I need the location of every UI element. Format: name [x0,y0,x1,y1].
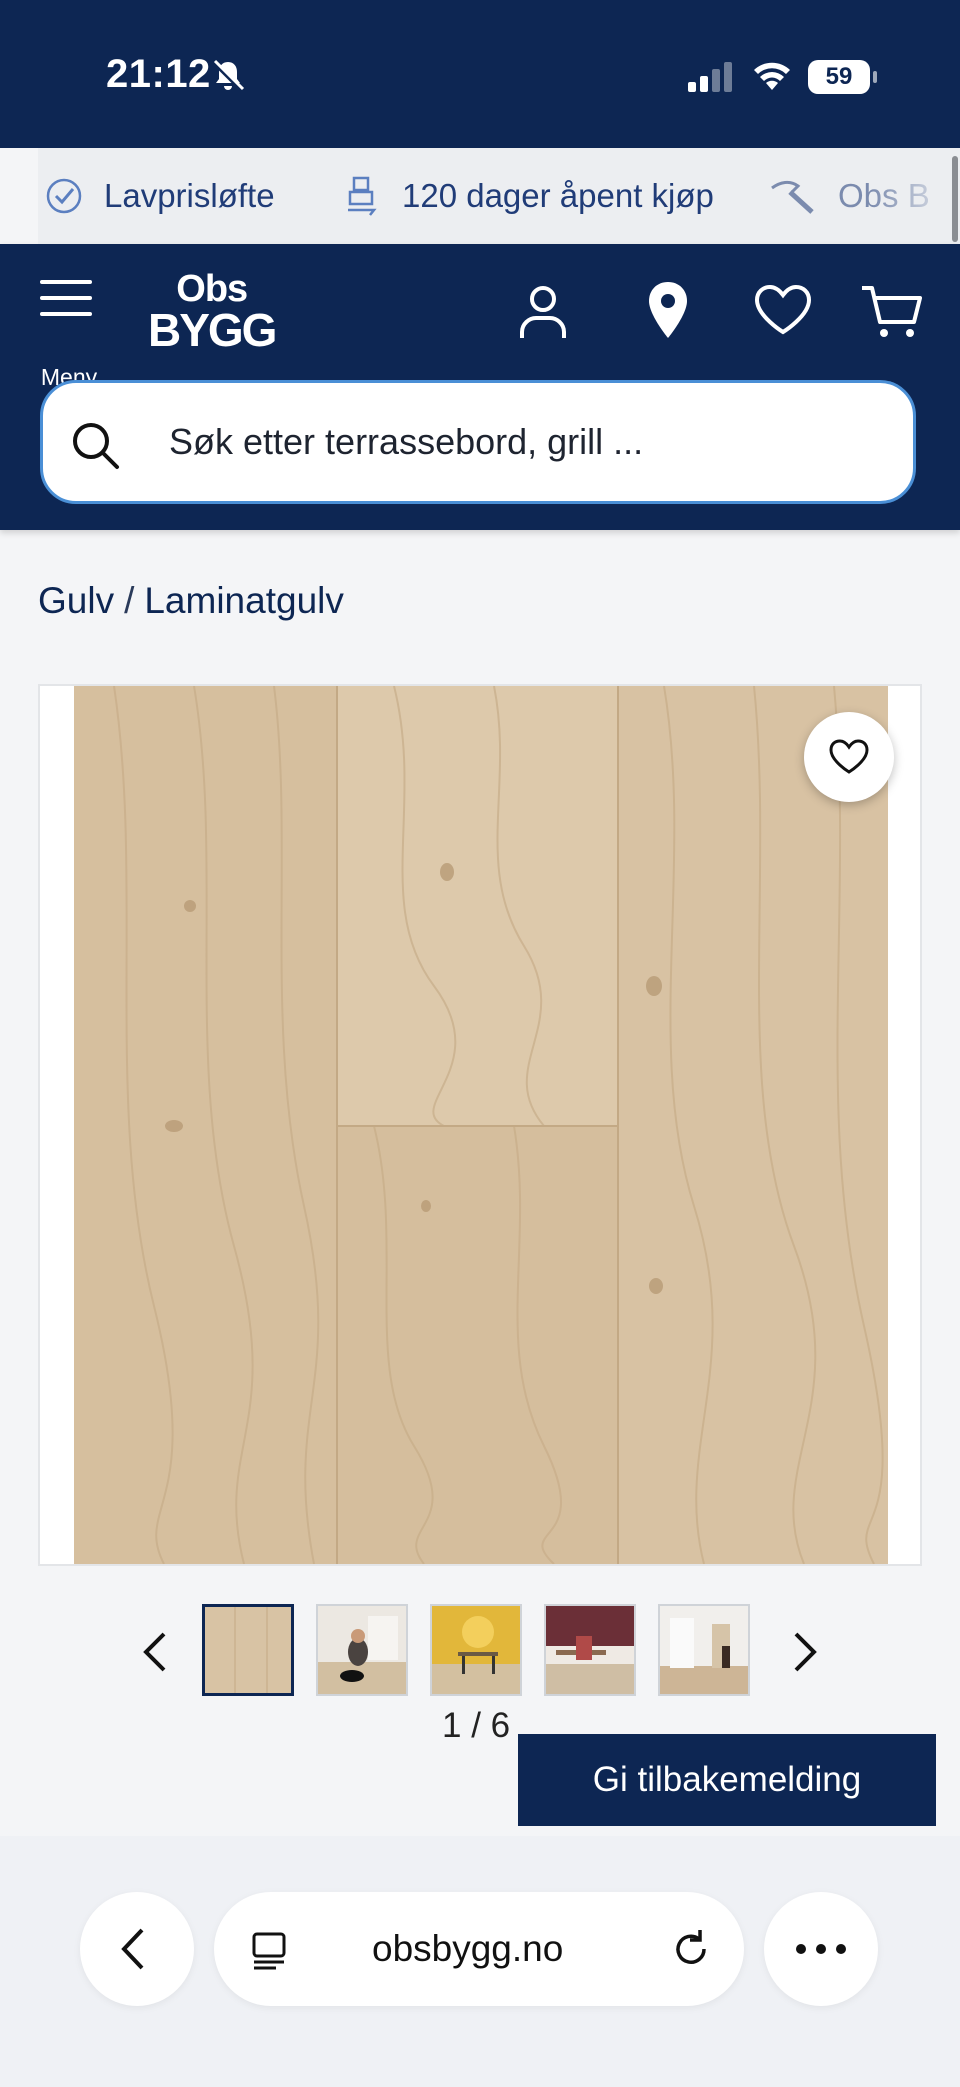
reader-mode-icon[interactable] [250,1930,290,1970]
usp-bar: Lavprisløfte 120 dager åpent kjøp Obs B [38,148,960,245]
thumbnail-dog-on-floor[interactable] [316,1604,408,1696]
status-bar: 21:12 59 [0,0,960,148]
breadcrumb-item-gulv[interactable]: Gulv [38,580,114,621]
url-text: obsbygg.no [372,1928,564,1969]
gallery-counter: 1 / 6 [442,1706,511,1745]
cellular-signal-icon [688,62,732,92]
page-scrollbar[interactable] [952,156,958,242]
breadcrumb: Gulv / Laminatgulv [38,580,344,622]
chevron-right-icon[interactable] [790,1630,820,1674]
user-icon[interactable] [518,284,568,340]
map-pin-icon[interactable] [646,280,690,340]
breadcrumb-item-laminatgulv[interactable]: Laminatgulv [144,580,344,621]
obs-bygg-logo[interactable]: Obs BYGG [148,268,277,356]
check-badge-icon [46,178,82,214]
thumbnail-carousel [0,1604,960,1704]
usp-item-open-purchase[interactable]: 120 dager åpent kjøp [342,148,714,244]
chevron-left-icon[interactable] [140,1630,170,1674]
logo-text-bottom: BYGG [148,304,277,356]
usp-item-lowprice[interactable]: Lavprisløfte [44,148,275,244]
thumbnail-kitchen-hallway[interactable] [658,1604,750,1696]
site-header: Meny Obs BYGG Søk etter terrassebord, gr… [0,244,960,530]
product-image-wood-floor [74,686,888,1564]
product-image-container[interactable] [38,684,922,1566]
ellipsis-icon [796,1944,846,1954]
add-to-favorites-button[interactable] [804,712,894,802]
menu-button[interactable]: Meny [36,278,97,390]
search-input[interactable]: Søk etter terrassebord, grill ... [40,380,916,504]
usp-label: Lavprisløfte [104,177,275,214]
breadcrumb-separator: / [124,580,135,621]
heart-outline-icon [829,739,869,774]
status-time: 21:12 [106,52,211,96]
hamburger-icon [40,280,92,316]
battery-indicator: 59 [808,60,877,94]
hammer-icon [771,180,814,214]
cart-icon[interactable] [860,284,922,340]
usp-label: 120 dager åpent kjøp [402,177,714,214]
return-box-icon [348,176,377,216]
heart-icon[interactable] [754,284,812,336]
thumbnail-office-desk[interactable] [544,1604,636,1696]
back-arrow-icon [121,1928,144,1970]
thumbnail-yellow-dining-room[interactable] [430,1604,522,1696]
address-bar[interactable]: obsbygg.no [214,1892,744,2006]
wifi-icon [754,62,790,90]
search-icon [73,423,119,469]
feedback-button[interactable]: Gi tilbakemelding [518,1734,936,1826]
browser-toolbar: obsbygg.no [0,1836,960,2087]
more-options-button[interactable] [764,1892,878,2006]
logo-text-top: Obs [176,268,248,310]
search-placeholder: Søk etter terrassebord, grill ... [169,421,644,462]
browser-back-button[interactable] [80,1892,194,2006]
thumbnail-wood-floor[interactable] [202,1604,294,1696]
silent-bell-icon [212,59,245,92]
reload-icon[interactable] [670,1928,712,1970]
